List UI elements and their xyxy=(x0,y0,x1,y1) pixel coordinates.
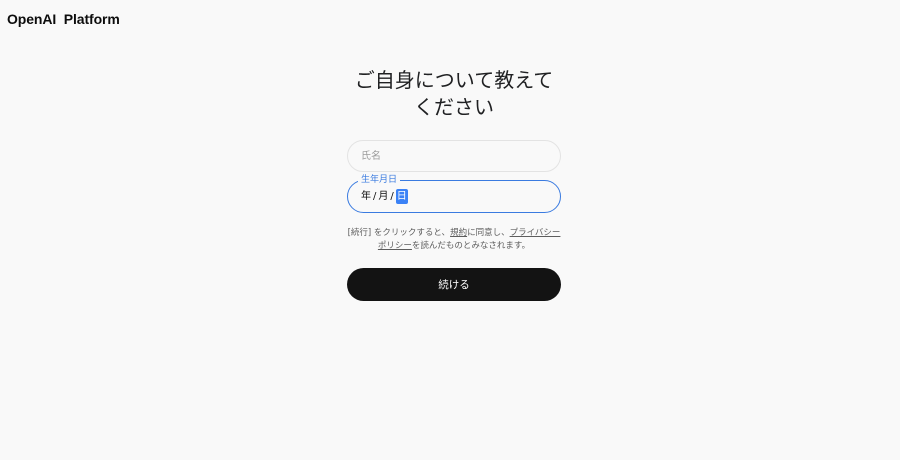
terms-text-part1: [続行] をクリックすると、 xyxy=(347,228,451,238)
terms-notice: [続行] をクリックすると、規約に同意し、プライバシーポリシーを読んだものとみな… xyxy=(347,227,561,253)
birthdate-separator: / xyxy=(390,191,394,202)
terms-text-part2: に同意し、 xyxy=(467,228,510,238)
birthdate-day-segment[interactable]: 日 xyxy=(395,189,408,204)
page-title-line-1: ご自身について教えて xyxy=(354,68,554,92)
page-title: ご自身について教えて ください xyxy=(330,67,578,121)
full-name-input[interactable] xyxy=(347,140,561,172)
birthdate-label: 生年月日 xyxy=(358,174,401,186)
page-title-line-2: ください xyxy=(414,95,494,119)
terms-text-part3: を読んだものとみなされます。 xyxy=(411,241,531,251)
openai-platform-logo[interactable]: OpenAI Platform xyxy=(7,11,120,27)
birthdate-month-segment[interactable]: 月 xyxy=(378,189,388,204)
birthdate-field[interactable]: 生年月日 年 / 月 / 日 xyxy=(347,174,561,213)
birthdate-separator: / xyxy=(373,191,377,202)
continue-button[interactable]: 続ける xyxy=(347,268,561,301)
birthdate-value[interactable]: 年 / 月 / 日 xyxy=(361,189,408,204)
terms-link[interactable]: 規約 xyxy=(450,228,467,238)
birthdate-year-segment[interactable]: 年 xyxy=(361,189,371,204)
